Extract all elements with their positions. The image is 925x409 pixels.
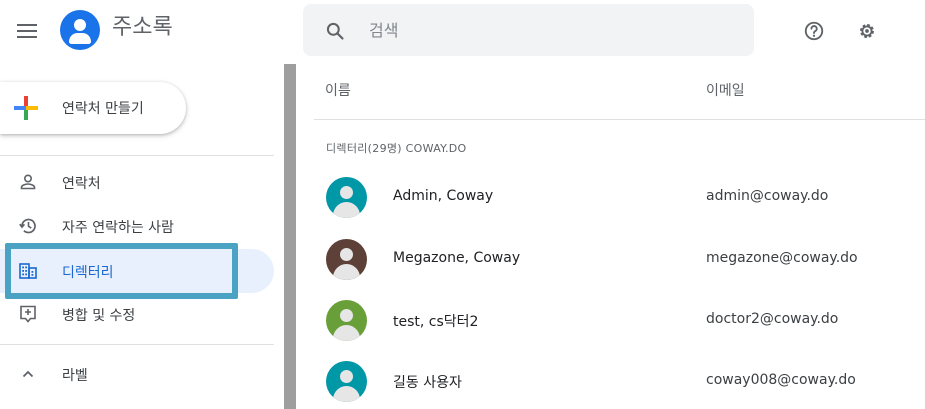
sidebar-item-label: 자주 연락하는 사람 <box>62 220 174 236</box>
help-icon[interactable] <box>803 20 825 42</box>
search-input[interactable] <box>369 16 729 44</box>
table-row[interactable]: test, cs닥터2 doctor2@coway.do <box>314 290 925 352</box>
sidebar-item-frequent[interactable]: 자주 연락하는 사람 <box>0 204 274 248</box>
person-icon <box>20 174 36 190</box>
contact-email: admin@coway.do <box>706 188 829 204</box>
sidebar-divider <box>0 155 274 156</box>
table-row[interactable]: Megazone, Coway megazone@coway.do <box>314 229 925 291</box>
column-header-email[interactable]: 이메일 <box>706 80 745 100</box>
contact-email: megazone@coway.do <box>706 250 858 266</box>
sidebar-item-merge-fix[interactable]: 병합 및 수정 <box>0 292 274 336</box>
settings-gear-icon[interactable] <box>856 20 878 42</box>
search-bar[interactable] <box>303 4 754 56</box>
contact-email: coway008@coway.do <box>706 372 856 388</box>
search-icon[interactable] <box>325 21 345 41</box>
avatar <box>326 300 367 341</box>
merge-fix-icon <box>20 305 36 323</box>
labels-heading: 라벨 <box>62 368 88 384</box>
plus-icon <box>14 96 38 120</box>
contact-name: 길동 사용자 <box>393 375 462 391</box>
contact-name: Megazone, Coway <box>393 250 521 266</box>
sidebar-item-label: 연락처 <box>62 176 101 192</box>
sidebar-item-label: 디렉터리 <box>62 265 114 281</box>
sidebar-item-contacts[interactable]: 연락처 <box>0 160 274 204</box>
chevron-up-icon <box>22 370 34 378</box>
sidebar-item-directory[interactable]: 디렉터리 <box>0 249 274 293</box>
sidebar-labels-toggle[interactable]: 라벨 <box>0 352 274 396</box>
create-contact-button[interactable]: 연락처 만들기 <box>0 82 186 134</box>
directory-section-label: 디렉터리(29명) COWAY.DO <box>326 142 467 155</box>
avatar <box>326 361 367 402</box>
create-contact-label: 연락처 만들기 <box>62 101 144 117</box>
sidebar-item-label: 병합 및 수정 <box>62 308 136 324</box>
history-icon <box>19 218 36 234</box>
sidebar-scrollbar[interactable] <box>284 64 296 409</box>
avatar <box>326 239 367 280</box>
column-header-name[interactable]: 이름 <box>325 80 351 100</box>
building-icon <box>19 263 37 279</box>
contact-email: doctor2@coway.do <box>706 311 839 327</box>
app-title: 주소록 <box>112 15 173 40</box>
table-row[interactable]: 길동 사용자 coway008@coway.do <box>314 351 925 409</box>
avatar <box>326 177 367 218</box>
contact-name: test, cs닥터2 <box>393 314 479 330</box>
contact-name: Admin, Coway <box>393 188 494 204</box>
menu-icon <box>17 24 37 26</box>
table-row[interactable]: Admin, Coway admin@coway.do <box>314 167 925 229</box>
header-divider <box>314 119 925 120</box>
main-menu-button[interactable] <box>12 16 42 46</box>
sidebar-divider <box>0 344 274 345</box>
contacts-logo-icon <box>60 10 100 50</box>
